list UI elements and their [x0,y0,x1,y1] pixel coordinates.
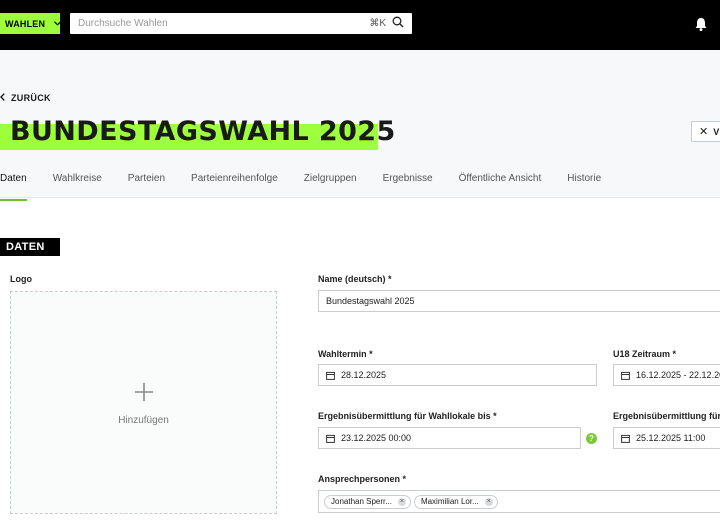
logo-add-label: Hinzufügen [118,415,169,426]
ergebnis-field[interactable]: 23.12.2025 00:00 [318,427,581,449]
calendar-icon [621,434,630,443]
tab-parteien[interactable]: Parteien [128,164,165,198]
app-switcher-button[interactable]: WAHLEN [0,13,62,34]
wahltermin-value: 28.12.2025 [341,370,387,380]
logo-upload[interactable]: Hinzufügen [10,291,277,514]
contact-chip-label: Jonathan Sperr... [331,497,392,506]
help-icon[interactable]: ? [586,433,597,444]
search-input[interactable] [78,18,370,29]
search-bar[interactable]: ⌘K [70,13,412,34]
logo-label: Logo [10,274,32,284]
u18-value: 16.12.2025 - 22.12.2025 [636,370,720,380]
remove-icon[interactable]: × [484,497,493,506]
remove-icon[interactable]: × [397,497,406,506]
top-bar: WAHLEN ⌘K [0,0,720,50]
wahltermin-field[interactable]: 28.12.2025 [318,364,597,386]
section-title: DATEN [0,238,60,256]
ergebnis-value: 23.12.2025 00:00 [341,433,412,443]
contact-chip-label: Maximilian Lor... [420,497,479,506]
search-icon[interactable] [392,15,404,33]
contact-chip[interactable]: Maximilian Lor... × [413,494,498,509]
ergebnis2-label: Ergebnisübermittlung für [613,411,720,421]
tab-ergebnisse[interactable]: Ergebnisse [383,164,433,198]
tab-parteienreihenfolge[interactable]: Parteienreihenfolge [191,164,278,198]
ergebnis-label: Ergebnisübermittlung für Wahllokale bis … [318,411,497,421]
tab-wahlkreise[interactable]: Wahlkreise [53,164,102,198]
name-label: Name (deutsch) * [318,274,392,284]
bell-icon[interactable] [693,16,709,32]
close-button[interactable]: ✕ V [691,121,720,142]
page-header: ZURÜCK BUNDESTAGSWAHL 2025 ✕ V Daten Wah… [0,50,720,201]
ansprech-label: Ansprechpersonen * [318,474,407,484]
u18-field[interactable]: 16.12.2025 - 22.12.2025 [613,364,720,386]
search-shortcut: ⌘K [369,18,386,29]
tab-oeffentliche-ansicht[interactable]: Öffentliche Ansicht [459,164,542,198]
tab-zielgruppen[interactable]: Zielgruppen [304,164,357,198]
ansprech-field[interactable]: Jonathan Sperr... × Maximilian Lor... × [318,490,720,513]
close-label: V [713,126,720,137]
back-label: ZURÜCK [11,93,51,103]
u18-label: U18 Zeitraum * [613,349,677,359]
contact-chip[interactable]: Jonathan Sperr... × [324,494,411,509]
back-link[interactable]: ZURÜCK [0,92,51,104]
chevron-down-icon [54,19,62,28]
page-title: BUNDESTAGSWAHL 2025 [10,116,396,147]
calendar-icon [621,371,630,380]
title-block: BUNDESTAGSWAHL 2025 [0,116,395,150]
tab-historie[interactable]: Historie [567,164,601,198]
ergebnis2-field[interactable]: 25.12.2025 11:00 [613,427,720,449]
name-field[interactable]: Bundestagswahl 2025 [318,290,720,312]
wahltermin-label: Wahltermin * [318,349,373,359]
tab-bar: Daten Wahlkreise Parteien Parteienreihen… [0,164,627,201]
calendar-icon [326,371,335,380]
app-switcher-label: WAHLEN [5,18,46,29]
close-icon: ✕ [699,126,709,138]
tab-daten[interactable]: Daten [0,164,27,201]
ergebnis2-value: 25.12.2025 11:00 [636,433,706,443]
name-value: Bundestagswahl 2025 [326,296,415,306]
calendar-icon [326,434,335,443]
plus-icon [134,379,154,407]
chevron-left-icon [0,92,5,104]
